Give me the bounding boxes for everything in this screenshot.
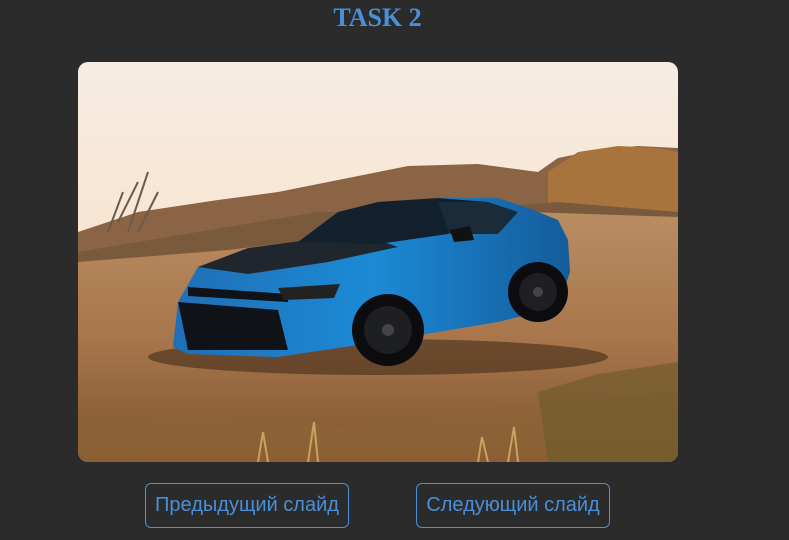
page-title: TASK 2 — [333, 3, 422, 32]
car-photo — [78, 62, 678, 462]
slide-image — [78, 62, 678, 462]
next-slide-button[interactable]: Следующий слайд — [416, 483, 610, 528]
prev-slide-button[interactable]: Предыдущий слайд — [145, 483, 349, 528]
